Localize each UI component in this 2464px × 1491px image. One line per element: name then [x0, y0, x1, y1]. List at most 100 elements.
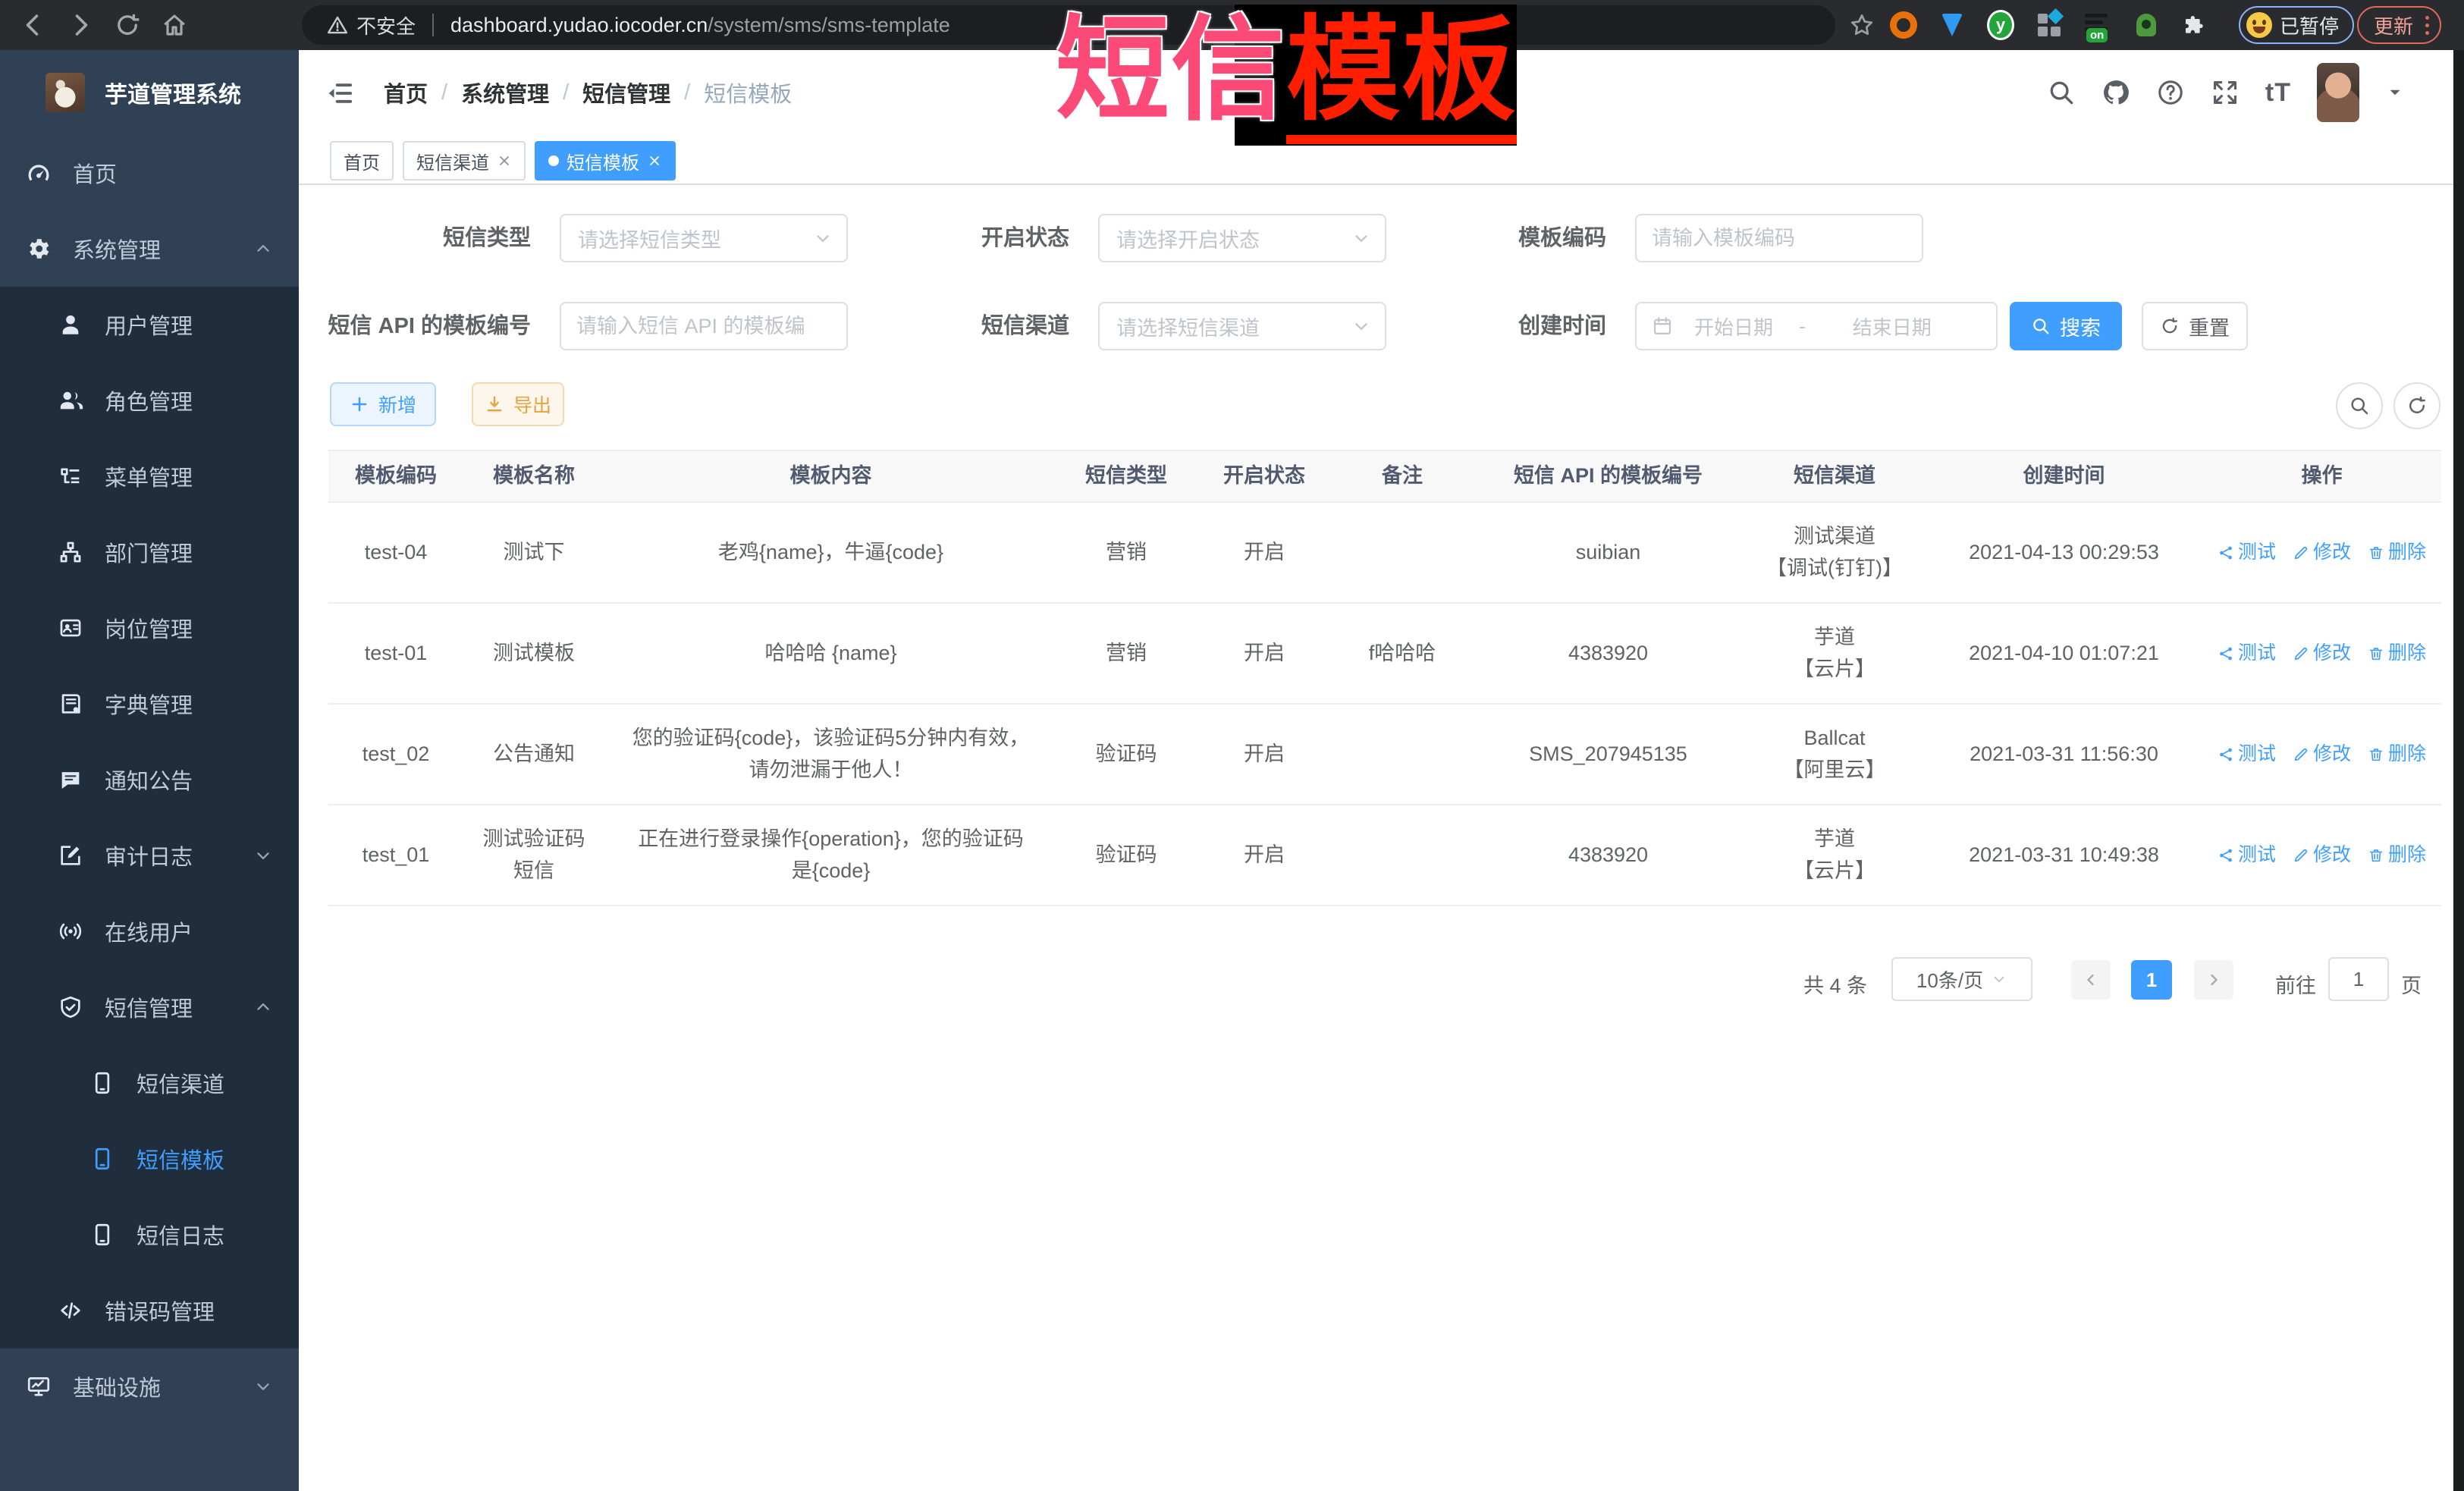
tab-home[interactable]: 首页	[330, 141, 394, 180]
edit-link[interactable]: 修改	[2293, 538, 2351, 567]
table-refresh-button[interactable]	[2393, 382, 2440, 429]
shield-check-icon	[58, 994, 83, 1020]
close-icon[interactable]	[647, 153, 662, 168]
table-row: test_02 公告通知 您的验证码{code}，该验证码5分钟内有效， 请勿泄…	[328, 705, 2441, 805]
test-link[interactable]: 测试	[2218, 538, 2276, 567]
sidebar-system-submenu: 用户管理 角色管理 菜单管理 部门管理 岗位管理 字典管理	[0, 287, 299, 1348]
sidebar-item-error-code[interactable]: 错误码管理	[0, 1273, 299, 1348]
delete-link[interactable]: 删除	[2368, 538, 2426, 567]
breadcrumb-current: 短信模板	[704, 77, 792, 108]
pagination-page-unit: 页	[2401, 969, 2422, 999]
reset-button[interactable]: 重置	[2142, 302, 2248, 350]
add-button[interactable]: 新增	[330, 382, 436, 426]
pencil-icon	[2293, 545, 2309, 561]
refresh-icon	[2160, 316, 2180, 336]
browser-forward-icon[interactable]	[67, 11, 94, 39]
search-icon[interactable]	[2047, 78, 2076, 107]
pagination-next-button[interactable]	[2194, 960, 2233, 1000]
extension-grid-icon[interactable]	[2036, 11, 2063, 39]
close-icon[interactable]	[497, 153, 512, 168]
sidebar-item-online-users[interactable]: 在线用户	[0, 893, 299, 969]
breadcrumb-home[interactable]: 首页	[384, 77, 428, 108]
address-divider	[432, 14, 434, 36]
browser-reload-icon[interactable]	[114, 11, 141, 39]
sidebar-item-posts[interactable]: 岗位管理	[0, 590, 299, 666]
font-size-icon[interactable]: tT	[2265, 78, 2291, 108]
bookmark-star-icon[interactable]	[1848, 11, 1875, 39]
edit-link[interactable]: 修改	[2293, 739, 2351, 769]
sidebar-item-notice[interactable]: 通知公告	[0, 742, 299, 818]
template-code-input[interactable]	[1635, 214, 1923, 262]
extension-spy-icon[interactable]	[2133, 11, 2160, 39]
update-label: 更新	[2374, 11, 2413, 39]
edit-link[interactable]: 修改	[2293, 840, 2351, 870]
browser-home-icon[interactable]	[161, 11, 188, 39]
test-link[interactable]: 测试	[2218, 739, 2276, 769]
test-link[interactable]: 测试	[2218, 840, 2276, 870]
main-content: 短信类型 请选择短信类型 开启状态 请选择开启状态 模板编码 短信 API 的模…	[299, 184, 2453, 1491]
sidebar-item-sms-template[interactable]: 短信模板	[0, 1121, 299, 1197]
user-icon	[58, 312, 83, 337]
extension-donut-icon[interactable]	[1890, 11, 1917, 39]
sidebar-item-departments[interactable]: 部门管理	[0, 514, 299, 590]
help-icon[interactable]	[2156, 78, 2185, 107]
edit-link[interactable]: 修改	[2293, 639, 2351, 668]
tab-sms-channel[interactable]: 短信渠道	[403, 141, 526, 180]
table-row: test-01 测试模板 哈哈哈 {name} 营销 开启 f哈哈哈 43839…	[328, 604, 2441, 705]
page-size-select[interactable]: 10条/页	[1891, 957, 2032, 1001]
profile-paused-chip[interactable]: 已暂停	[2239, 6, 2354, 44]
sidebar-item-sms-channel[interactable]: 短信渠道	[0, 1045, 299, 1121]
browser-back-icon[interactable]	[20, 11, 47, 39]
sms-type-select[interactable]: 请选择短信类型	[560, 214, 848, 262]
api-template-id-input[interactable]	[560, 302, 848, 350]
extension-kite-icon[interactable]	[1938, 11, 1966, 39]
avatar-caret-down-icon[interactable]	[2385, 83, 2405, 102]
template-code-label: 模板编码	[1348, 214, 1606, 262]
tab-sms-template[interactable]: 短信模板	[535, 141, 676, 180]
extension-onetab-icon[interactable]: on	[2084, 11, 2111, 39]
sidebar-item-roles[interactable]: 角色管理	[0, 363, 299, 438]
browser-update-chip[interactable]: 更新	[2357, 6, 2441, 44]
pagination-total: 共 4 条	[1803, 969, 1867, 999]
share-icon	[2218, 545, 2234, 561]
sidebar-collapse-icon[interactable]	[325, 78, 355, 108]
date-range-picker[interactable]: 开始日期 - 结束日期	[1635, 302, 1998, 350]
browser-menu-icon[interactable]	[2425, 16, 2429, 35]
trash-icon	[2368, 847, 2384, 864]
status-select[interactable]: 请选择开启状态	[1098, 214, 1386, 262]
user-avatar[interactable]	[2317, 63, 2359, 122]
users-icon	[58, 388, 83, 413]
github-icon[interactable]	[2101, 78, 2130, 107]
sidebar-item-dict[interactable]: 字典管理	[0, 666, 299, 742]
table-search-toggle-button[interactable]	[2336, 382, 2383, 429]
sidebar-item-home[interactable]: 首页	[0, 135, 299, 211]
breadcrumb-sms[interactable]: 短信管理	[582, 77, 670, 108]
sidebar-item-menus[interactable]: 菜单管理	[0, 438, 299, 514]
sidebar-item-sms-log[interactable]: 短信日志	[0, 1197, 299, 1273]
pagination-prev-button[interactable]	[2071, 960, 2111, 1000]
fullscreen-icon[interactable]	[2211, 78, 2240, 107]
table-row: test-04 测试下 老鸡{name}，牛逼{code} 营销 开启 suib…	[328, 503, 2441, 604]
delete-link[interactable]: 删除	[2368, 639, 2426, 668]
pagination-goto-input[interactable]	[2328, 957, 2389, 1001]
url-host: dashboard.yudao.iocoder.cn	[450, 14, 708, 37]
sidebar-item-sms[interactable]: 短信管理	[0, 969, 299, 1045]
breadcrumb-system[interactable]: 系统管理	[461, 77, 549, 108]
extensions-puzzle-icon[interactable]	[2181, 11, 2208, 39]
sidebar-item-users[interactable]: 用户管理	[0, 287, 299, 363]
sidebar-logo-row[interactable]: 芋道管理系统	[0, 50, 299, 135]
export-button[interactable]: 导出	[472, 382, 564, 426]
test-link[interactable]: 测试	[2218, 639, 2276, 668]
sidebar-item-audit-log[interactable]: 审计日志	[0, 818, 299, 893]
active-tab-dot	[548, 155, 559, 166]
channel-select[interactable]: 请选择短信渠道	[1098, 302, 1386, 350]
header-actions: tT	[2047, 50, 2405, 135]
delete-link[interactable]: 删除	[2368, 840, 2426, 870]
delete-link[interactable]: 删除	[2368, 739, 2426, 769]
sidebar-item-infrastructure[interactable]: 基础设施	[0, 1348, 299, 1424]
sidebar-item-system[interactable]: 系统管理	[0, 211, 299, 287]
extension-y-icon[interactable]: y	[1987, 11, 2014, 39]
app-title: 芋道管理系统	[105, 76, 241, 109]
pagination-page-1[interactable]: 1	[2131, 960, 2172, 1000]
search-button[interactable]: 搜索	[2010, 302, 2122, 350]
